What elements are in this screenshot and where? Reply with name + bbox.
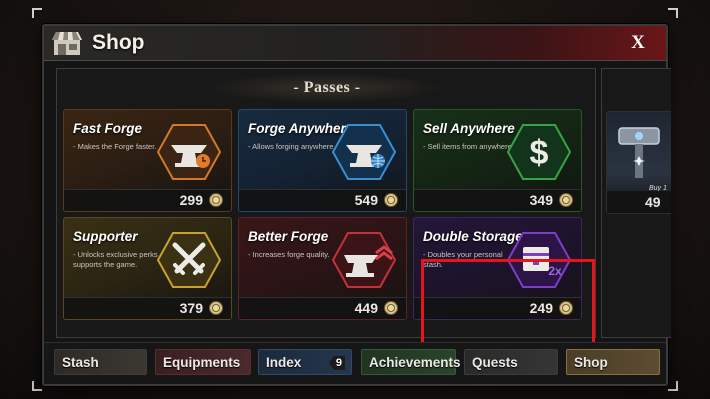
side-item-price: 49 [645, 194, 661, 210]
pass-price: 249 [529, 300, 553, 316]
pass-price: 449 [354, 300, 378, 316]
side-panel: Buy 1 49 [601, 68, 671, 338]
pass-description: - Makes the Forge faster. [73, 142, 157, 151]
storage-2x-icon: 2x [507, 232, 571, 288]
pass-card-fast-forge[interactable]: Fast Forge - Makes the Forge faster. 299 [63, 109, 232, 212]
price-bar: 349 [414, 189, 581, 211]
anvil-globe-icon [332, 124, 396, 180]
frame-corner-bottom-left [32, 381, 42, 391]
frame-corner-top-left [32, 8, 42, 18]
tab-equipments[interactable]: Equipments [155, 349, 251, 375]
tab-label: Achievements [369, 355, 461, 370]
passes-panel: - Passes - Fast Forge - Makes the Forge … [56, 68, 596, 375]
tab-label: Quests [472, 355, 518, 370]
close-button[interactable]: X [628, 32, 648, 54]
pass-description: - Unlocks exclusive perks & supports the… [73, 250, 165, 269]
pass-card-sell-anywhere[interactable]: Sell Anywhere - Sell items from anywhere… [413, 109, 582, 212]
pass-card-supporter[interactable]: Supporter - Unlocks exclusive perks & su… [63, 217, 232, 320]
side-item-card[interactable]: Buy 1 49 [606, 111, 671, 214]
pass-description: - Allows forging anywhere. [248, 142, 336, 151]
pass-name: Supporter [73, 229, 138, 244]
tab-quests[interactable]: Quests [464, 349, 558, 375]
svg-text:2x: 2x [548, 264, 562, 278]
tab-label: Shop [574, 355, 608, 370]
pass-card-double-storage[interactable]: Double Storage - Doubles your personal s… [413, 217, 582, 320]
svg-text:$: $ [530, 134, 549, 172]
dollar-icon: $ [507, 124, 571, 180]
tab-label: Equipments [163, 355, 241, 370]
pass-price: 549 [354, 192, 378, 208]
pass-card-better-forge[interactable]: Better Forge - Increases forge quality. … [238, 217, 407, 320]
anvil-clock-icon [157, 124, 221, 180]
title-bar: Shop X [44, 26, 666, 61]
pass-name: Better Forge [248, 229, 329, 244]
shop-window: Shop X - Passes - Fast Forge - Makes the… [42, 24, 671, 386]
pass-price: 379 [179, 300, 203, 316]
tab-stash[interactable]: Stash [54, 349, 147, 375]
price-bar: 549 [239, 189, 406, 211]
tab-index[interactable]: Index 9 [258, 349, 352, 375]
price-bar: 379 [64, 297, 231, 319]
pass-description: - Doubles your personal stash. [423, 250, 503, 269]
pass-price: 349 [529, 192, 553, 208]
tab-label: Index [266, 355, 302, 370]
window-title: Shop [92, 31, 145, 54]
coin-icon [209, 193, 223, 207]
pass-card-forge-anywhere[interactable]: Forge Anywhere - Allows forging anywhere… [238, 109, 407, 212]
anvil-chevrons-icon [332, 232, 396, 288]
pass-name: Sell Anywhere [423, 121, 515, 136]
hammer-icon [618, 127, 660, 178]
tab-achievements[interactable]: Achievements [361, 349, 461, 375]
pass-description: - Sell items from anywhere. [423, 142, 514, 151]
index-count-badge: 9 [328, 356, 345, 370]
crossed-swords-icon [157, 232, 221, 288]
coin-icon [384, 301, 398, 315]
section-title: - Passes - [207, 73, 447, 103]
coin-icon [559, 301, 573, 315]
price-bar: 299 [64, 189, 231, 211]
tab-shop[interactable]: Shop [566, 349, 660, 375]
price-bar: 249 [414, 297, 581, 319]
pass-price: 299 [179, 192, 203, 208]
frame-corner-bottom-right [668, 381, 678, 391]
coin-icon [384, 193, 398, 207]
price-bar: 449 [239, 297, 406, 319]
pass-description: - Increases forge quality. [248, 250, 330, 259]
tab-label: Stash [62, 355, 99, 370]
price-bar: 49 [607, 191, 671, 213]
frame-corner-top-right [668, 8, 678, 18]
coin-icon [209, 301, 223, 315]
coin-icon [559, 193, 573, 207]
tab-bar: Stash Equipments Index 9 Achievements Qu… [44, 342, 666, 384]
pass-name: Fast Forge [73, 121, 143, 136]
shop-icon [52, 32, 82, 55]
